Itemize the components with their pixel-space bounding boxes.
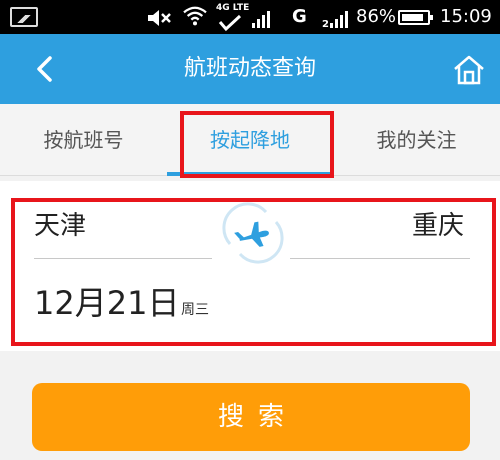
battery-icon: [398, 10, 433, 25]
home-icon[interactable]: [452, 54, 486, 86]
signal-bars-icon-2: 2: [322, 11, 348, 30]
tab-by-flight-number[interactable]: 按航班号: [0, 104, 167, 176]
highlight-box-tab: [180, 111, 334, 178]
battery-percent: 86%: [356, 6, 397, 27]
mute-icon: [148, 10, 171, 26]
status-bar: 4G LTE G 2 86% 15:09: [0, 0, 500, 34]
search-button[interactable]: 搜索: [32, 383, 470, 451]
wifi-icon: [183, 6, 207, 26]
battery-fill: [402, 14, 423, 21]
signal-bars-icon-1: [252, 11, 270, 28]
status-time: 15:09: [440, 6, 492, 27]
gallery-notification-icon: [10, 7, 38, 27]
tab-my-follows[interactable]: 我的关注: [333, 104, 500, 176]
svg-text:2: 2: [322, 19, 329, 30]
checkmark-icon: [218, 14, 242, 32]
app-header: 航班动态查询: [0, 34, 500, 104]
highlight-box-form: [11, 198, 496, 346]
carrier-letter: G: [292, 6, 307, 27]
page-title: 航班动态查询: [183, 56, 316, 81]
